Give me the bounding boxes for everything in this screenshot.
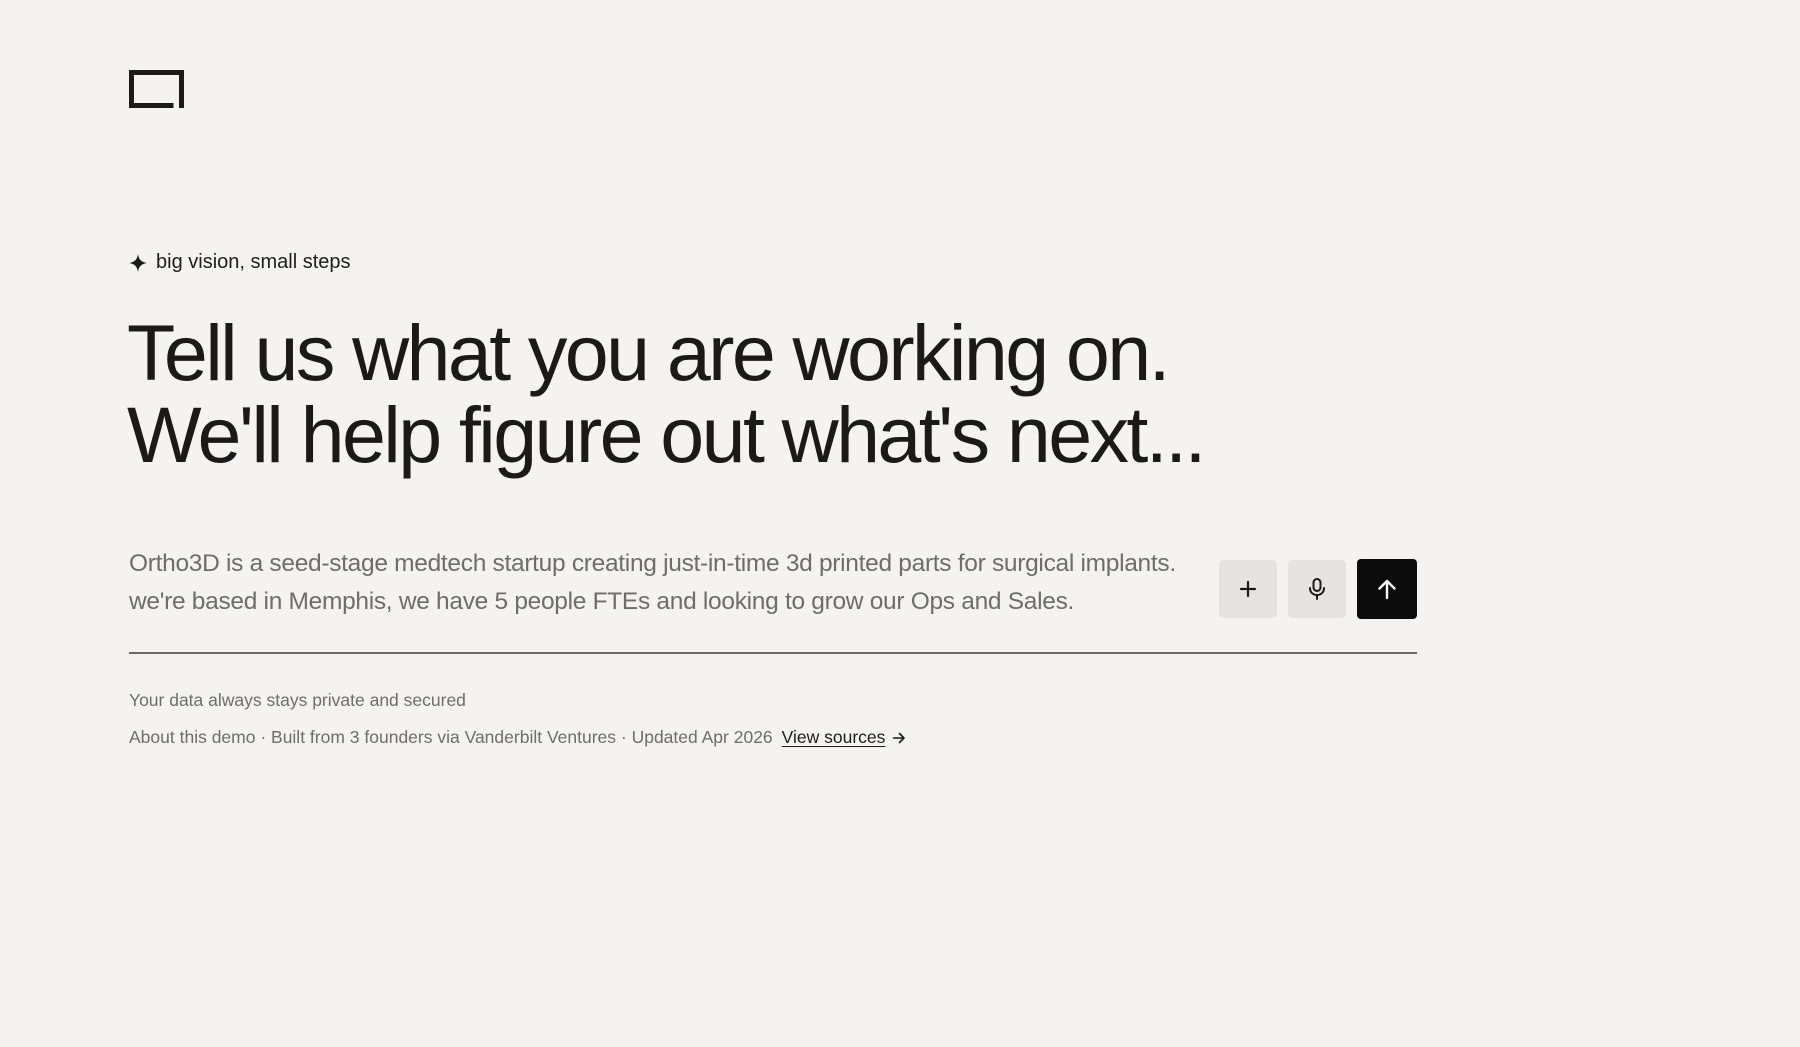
microphone-icon [1309,578,1325,600]
send-button[interactable] [1357,559,1417,619]
input-divider [129,652,1417,654]
view-sources-link[interactable]: View sources [782,727,886,748]
privacy-note: Your data always stays private and secur… [129,690,466,710]
about-line: About this demo · Built from 3 founders … [129,727,906,748]
sparkle-icon [129,253,147,272]
prompt-line-2: we're based in Memphis, we have 5 people… [129,588,1075,615]
arrow-right-icon[interactable] [892,731,906,745]
headline-line-2: We'll help figure out what's next... [127,390,1206,479]
page-title: Tell us what you are working on. We'll h… [127,308,1206,479]
prompt-line-1: Ortho3D is a seed-stage medtech startup … [129,550,1176,577]
tagline: big vision, small steps [129,251,351,274]
bracket-logo-icon [129,70,184,108]
headline-line-1: Tell us what you are working on. [127,308,1171,397]
tagline-text: big vision, small steps [156,251,351,273]
add-attachment-button[interactable] [1219,560,1277,618]
voice-input-button[interactable] [1288,560,1346,618]
arrow-up-icon [1378,579,1396,600]
about-text: About this demo · Built from 3 founders … [129,727,773,747]
plus-icon [1239,580,1257,598]
prompt-input[interactable]: Ortho3D is a seed-stage medtech startup … [129,545,1199,621]
